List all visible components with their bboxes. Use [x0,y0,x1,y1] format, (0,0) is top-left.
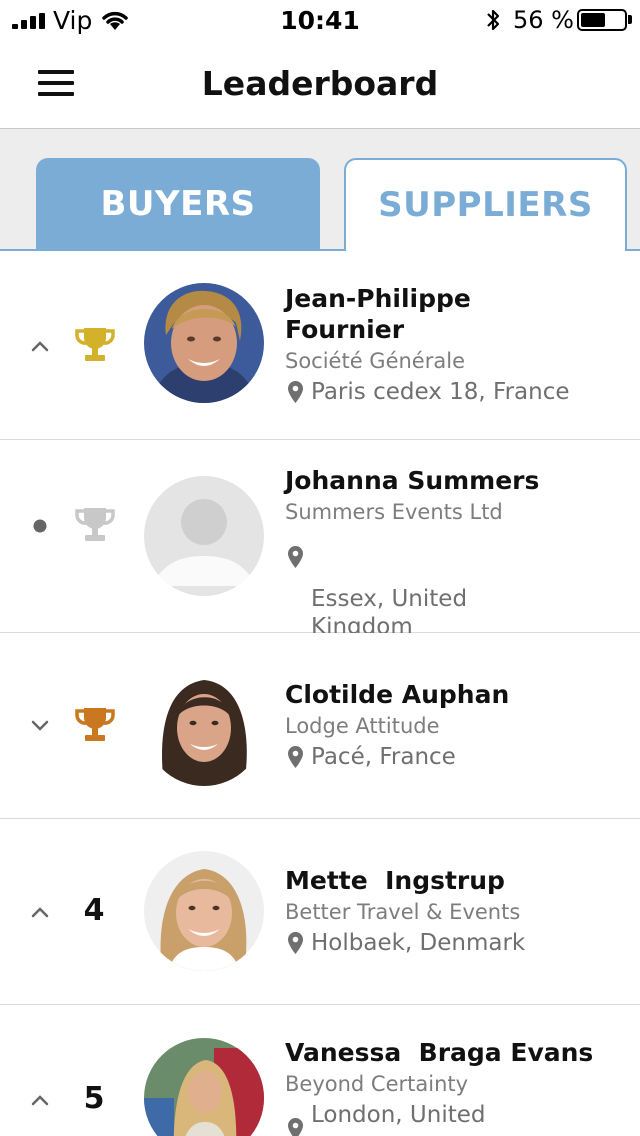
trend-up-icon [31,1095,49,1106]
leaderboard-list: Jean-Philippe Fournier Société Générale … [0,251,640,1136]
leader-company: Lodge Attitude [285,714,440,738]
bronze-trophy-icon [75,708,115,741]
leader-company: Beyond Certainty [285,1072,469,1096]
battery-icon [577,9,627,31]
leaderboard-row[interactable]: 5 Vanessa Braga Evans Beyond Certainty L… [0,1005,640,1136]
leader-company: Summers Events Ltd [285,500,503,524]
location-pin-icon [288,381,303,403]
leader-location: Pacé, France [285,743,625,771]
leader-info: Mette Ingstrup Better Travel & Events Ho… [285,865,625,957]
leader-location-text: Paris cedex 18, France [311,379,570,405]
status-bar: Vip 10:41 56 % [0,0,640,40]
trend-up-icon [31,341,49,352]
rank-number: 5 [83,1081,105,1116]
leader-info: Jean-Philippe Fournier Société Générale … [285,283,625,406]
leader-name: Mette Ingstrup [285,866,505,895]
gold-trophy-icon [75,328,115,361]
location-pin-icon [288,746,303,768]
leader-info: Johanna Summers Summers Events Ltd Essex… [285,465,625,641]
tab-buyers[interactable]: BUYERS [36,158,320,251]
page-title: Leaderboard [201,64,439,103]
leader-location: London, United [285,1101,625,1136]
leaderboard-row[interactable]: Johanna Summers Summers Events Ltd Essex… [0,440,640,640]
rank-number: 4 [83,893,105,928]
tab-bar: BUYERS SUPPLIERS [0,129,640,251]
avatar-placeholder [144,476,264,596]
leaderboard-row[interactable]: Jean-Philippe Fournier Société Générale … [0,251,640,440]
bluetooth-icon [487,9,500,31]
leader-name: Jean-Philippe Fournier [285,284,471,344]
leaderboard-row[interactable]: 4 Mette Ingstrup Better Travel & Events … [0,819,640,1005]
leader-company: Better Travel & Events [285,900,521,924]
trend-down-icon [31,720,49,731]
silver-trophy-icon [75,508,115,541]
trend-same-icon [33,519,47,533]
avatar [144,666,264,786]
battery-cap [628,15,632,24]
battery-level-fill [581,13,605,27]
leader-company: Société Générale [285,349,465,373]
location-pin-icon [288,932,303,954]
tab-suppliers[interactable]: SUPPLIERS [344,158,627,251]
leader-info: Clotilde Auphan Lodge Attitude Pacé, Fra… [285,679,625,771]
avatar [144,851,264,971]
location-pin-icon [288,546,303,568]
leader-info: Vanessa Braga Evans Beyond Certainty Lon… [285,1037,625,1136]
leader-name: Vanessa Braga Evans [285,1038,594,1067]
nav-bar: Leaderboard [0,40,640,129]
trend-up-icon [31,907,49,918]
avatar [144,1038,264,1136]
leader-location: Essex, United Kingdom [285,529,625,641]
location-pin-icon [288,1118,303,1136]
leader-location-text: London, United [311,1102,486,1128]
leader-name: Johanna Summers [285,466,540,495]
leader-name: Clotilde Auphan [285,680,510,709]
leaderboard-row[interactable]: Clotilde Auphan Lodge Attitude Pacé, Fra… [0,633,640,819]
leader-location: Holbaek, Denmark [285,929,625,957]
leader-location: Paris cedex 18, France [285,378,625,406]
leader-location-text: Pacé, France [311,744,456,770]
battery-percent: 56 % [513,6,574,34]
avatar [144,283,264,403]
leader-location-text: Holbaek, Denmark [311,930,526,956]
leader-location-text: Essex, United Kingdom [311,586,468,640]
